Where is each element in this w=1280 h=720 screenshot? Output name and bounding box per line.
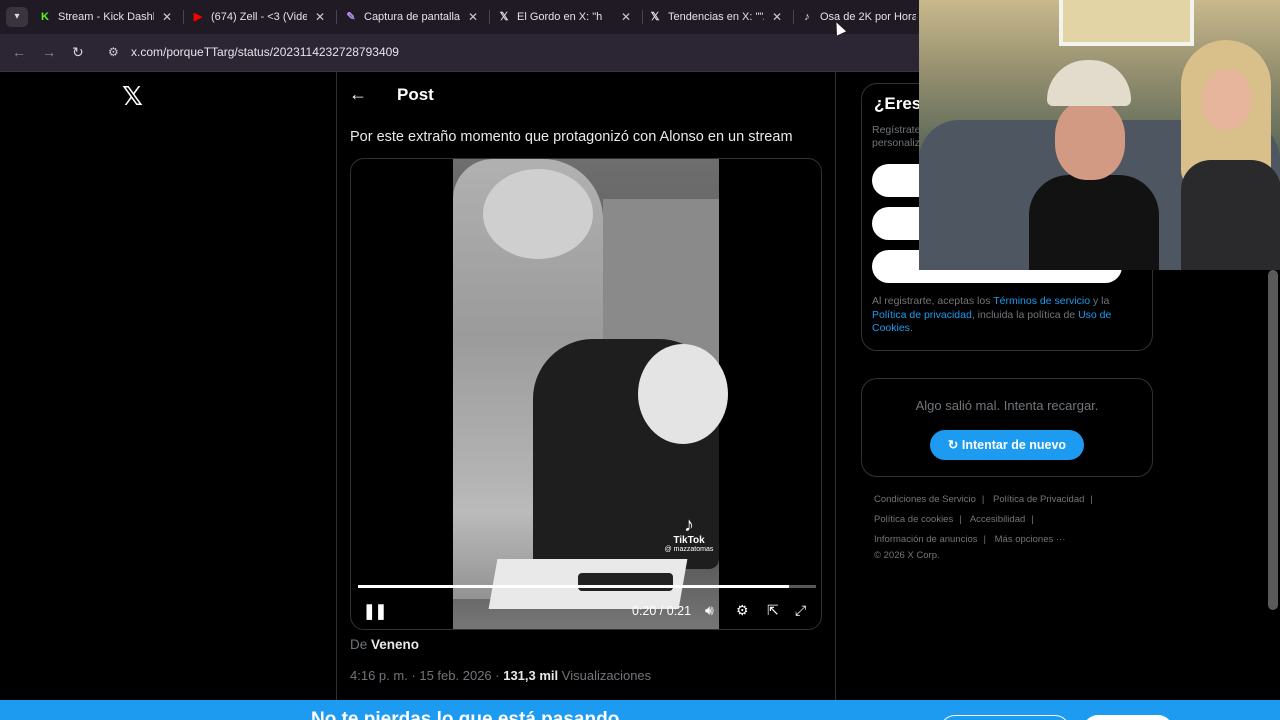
tab-search-icon[interactable]: ▾	[6, 7, 28, 27]
more-options-link[interactable]: Más opciones ···	[995, 534, 1066, 545]
footer-link[interactable]: Política de cookies	[874, 514, 953, 525]
signup-legal: Al registrarte, aceptas los Términos de …	[872, 295, 1112, 334]
page-title: Post	[397, 85, 434, 104]
video-player[interactable]: ♪ TikTok @ mazzatomas ❚❚ 0:20 / 0:21 🔊︎ …	[350, 158, 822, 630]
x-logo[interactable]: 𝕏	[122, 82, 143, 112]
fullscreen-icon[interactable]: ⤢	[795, 602, 806, 619]
video-source: De Veneno	[350, 637, 420, 652]
pause-icon[interactable]: ❚❚	[363, 602, 387, 620]
pen-icon: ✎	[346, 11, 356, 23]
site-settings-icon[interactable]: ⚙	[108, 45, 119, 59]
url-field[interactable]: x.com/porqueTTarg/status/202311423272879…	[131, 45, 399, 59]
footer-link[interactable]: Condiciones de Servicio	[874, 494, 976, 505]
banner-text: No te pierdas lo que está pasando	[311, 709, 620, 720]
video-progress-bar[interactable]	[358, 585, 816, 588]
post-meta: 4:16 p. m. · 15 feb. 2026 · 131,3 mil Vi…	[350, 668, 652, 683]
copyright: © 2026 X Corp.	[874, 550, 940, 561]
tiktok-icon: ♪	[804, 11, 810, 23]
tiktok-watermark: ♪ TikTok @ mazzatomas	[661, 515, 717, 553]
close-icon[interactable]: ✕	[315, 4, 325, 30]
scrollbar[interactable]	[1268, 270, 1278, 610]
banner-signup-button[interactable]	[1083, 715, 1173, 720]
close-icon[interactable]: ✕	[468, 4, 478, 30]
terms-link[interactable]: Términos de servicio	[993, 295, 1090, 307]
close-icon[interactable]: ✕	[162, 4, 172, 30]
video-progress-fill	[358, 585, 789, 588]
video-time: 0:20 / 0:21	[632, 604, 692, 618]
banner-login-button[interactable]	[940, 715, 1070, 720]
forward-nav-icon[interactable]: →	[42, 44, 56, 60]
x-icon: 𝕏	[499, 11, 509, 23]
close-icon[interactable]: ✕	[772, 4, 782, 30]
back-arrow-icon[interactable]: ←	[349, 84, 367, 105]
kick-icon: K	[41, 11, 49, 23]
error-card: Algo salió mal. Intenta recargar. ↻ Inte…	[861, 378, 1153, 477]
back-nav-icon[interactable]: ←	[12, 44, 26, 60]
column-divider	[835, 72, 836, 720]
privacy-link[interactable]: Política de privacidad	[872, 309, 972, 321]
retry-button[interactable]: ↻ Intentar de nuevo	[930, 430, 1084, 460]
tiktok-logo-icon: ♪	[684, 514, 694, 536]
error-message: Algo salió mal. Intenta recargar.	[915, 398, 1099, 413]
tab-screenshot[interactable]: ✎ Captura de pantalla ✕	[344, 4, 484, 30]
signup-title: ¿Eres	[874, 94, 922, 113]
close-icon[interactable]: ✕	[621, 4, 631, 30]
youtube-icon: ▶	[193, 11, 203, 23]
tab-x-trends[interactable]: 𝕏 Tendencias en X: ""A ✕	[648, 4, 788, 30]
footer-links: Condiciones de Servicio | Política de Pri…	[874, 494, 1144, 561]
reload-icon[interactable]: ↻	[72, 44, 84, 61]
tab-tiktok[interactable]: ♪ Osa de 2K por Hora	[800, 4, 918, 30]
footer-link[interactable]: Información de anuncios	[874, 534, 978, 545]
footer-link[interactable]: Accesibilidad	[970, 514, 1025, 525]
post-text: Por este extraño momento que protagonizó…	[350, 129, 793, 145]
column-divider	[336, 72, 337, 720]
source-link[interactable]: Veneno	[371, 637, 419, 652]
tab-x-post[interactable]: 𝕏 El Gordo en X: "h ✕	[497, 4, 637, 30]
login-banner: No te pierdas lo que está pasando	[0, 700, 1280, 720]
refresh-icon: ↻	[947, 438, 959, 452]
x-icon: 𝕏	[650, 11, 660, 23]
footer-link[interactable]: Política de Privacidad	[993, 494, 1084, 505]
gear-icon[interactable]: ⚙	[736, 602, 749, 619]
tab-kick[interactable]: KStream - Kick Dashboard ✕	[38, 4, 178, 30]
video-frame: ♪ TikTok @ mazzatomas	[453, 159, 728, 629]
webcam-overlay	[919, 0, 1280, 270]
volume-icon[interactable]: 🔊︎	[705, 602, 714, 619]
tab-youtube[interactable]: ▶ (674) Zell - <3 (Video ✕	[191, 4, 331, 30]
picture-in-picture-icon[interactable]: ⇱	[767, 602, 779, 619]
